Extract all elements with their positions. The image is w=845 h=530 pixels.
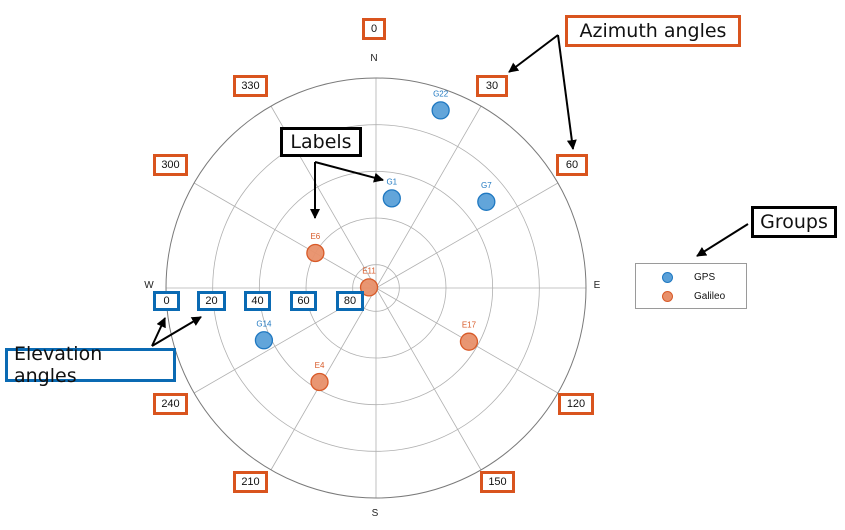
satellite-marker-g7: [477, 192, 496, 211]
callout-elevation-angles: Elevation angles: [5, 343, 176, 387]
elevation-label-80: 80: [336, 291, 364, 311]
legend-item-gps: GPS: [636, 269, 746, 285]
legend-label-galileo: Galileo: [694, 290, 726, 302]
satellite-marker-e17: [459, 332, 479, 351]
compass-e: E: [594, 280, 601, 291]
satellite-marker-g22: [431, 101, 450, 120]
azimuth-label-120: 120: [558, 393, 594, 415]
azimuth-label-210: 210: [233, 471, 268, 493]
callout-groups: Groups: [751, 206, 837, 238]
azimuth-label-60: 60: [556, 154, 588, 176]
satellite-marker-e4: [310, 372, 329, 392]
arrow-azimuth-60: [557, 34, 577, 150]
satellite-marker-e6: [306, 243, 325, 263]
callout-azimuth-angles: Azimuth angles: [565, 15, 741, 47]
compass-w: W: [144, 280, 154, 291]
satellite-label-e6: E6: [310, 232, 320, 241]
legend-marker-gps: [662, 271, 673, 283]
elevation-label-60: 60: [290, 291, 317, 311]
arrow-azimuth-30: [508, 34, 559, 73]
azimuth-label-240: 240: [153, 393, 188, 415]
satellite-label-g14: G14: [256, 319, 272, 328]
azimuth-label-0: 0: [362, 18, 386, 40]
elevation-label-0: 0: [153, 291, 180, 311]
legend-marker-galileo: [662, 290, 673, 302]
satellite-label-g1: G1: [386, 177, 397, 186]
arrow-groups: [696, 223, 749, 257]
callout-labels: Labels: [280, 127, 362, 157]
legend-label-gps: GPS: [694, 271, 716, 283]
azimuth-label-300: 300: [153, 154, 188, 176]
compass-n: N: [370, 53, 377, 64]
legend-item-galileo: Galileo: [636, 288, 746, 304]
satellite-label-e4: E4: [315, 361, 325, 370]
azimuth-label-150: 150: [480, 471, 515, 493]
elevation-label-40: 40: [244, 291, 271, 311]
satellite-label-g22: G22: [433, 89, 449, 98]
azimuth-label-30: 30: [476, 75, 508, 97]
satellite-label-e17: E17: [462, 321, 477, 330]
satellite-label-g7: G7: [481, 181, 492, 190]
satellite-label-e11: E11: [362, 266, 376, 275]
azimuth-label-330: 330: [233, 75, 268, 97]
satellite-marker-g14: [254, 331, 274, 350]
legend: GPS Galileo: [635, 263, 747, 309]
compass-s: S: [372, 508, 379, 519]
satellite-marker-g1: [382, 189, 401, 208]
elevation-label-20: 20: [197, 291, 226, 311]
